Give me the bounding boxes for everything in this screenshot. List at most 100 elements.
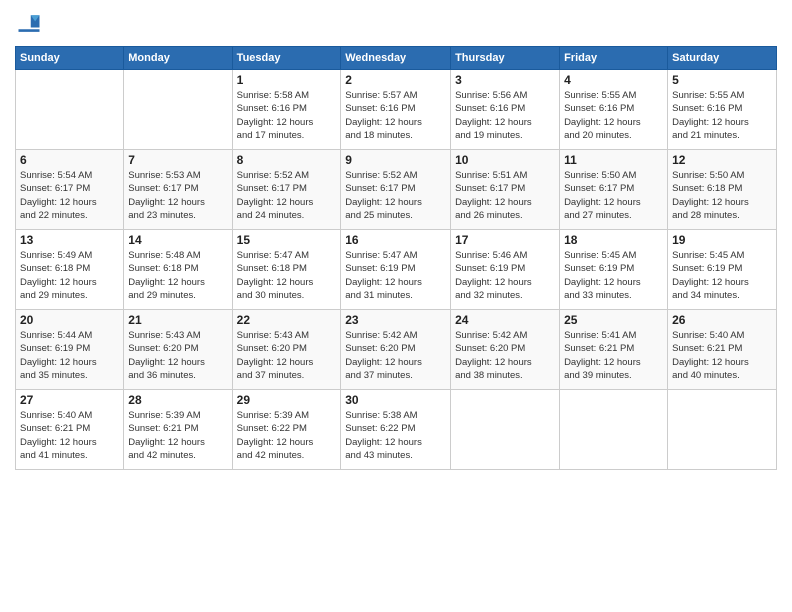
day-number: 3 — [455, 73, 555, 87]
calendar-cell: 19Sunrise: 5:45 AM Sunset: 6:19 PM Dayli… — [668, 230, 777, 310]
calendar-cell — [560, 390, 668, 470]
day-number: 19 — [672, 233, 772, 247]
calendar-week-5: 27 Sunrise: 5:40 AM Sunset: 6:21 PM Dayli… — [16, 390, 777, 470]
calendar-cell: 12Sunrise: 5:50 AM Sunset: 6:18 PM Dayli… — [668, 150, 777, 230]
calendar-cell: 4 Sunrise: 5:55 AM Sunset: 6:16 PM Daylig… — [560, 70, 668, 150]
calendar-cell: 18 Sunrise: 5:45 AM Sunset: 6:19 PM Dayli… — [560, 230, 668, 310]
day-info: Sunrise: 5:42 AM Sunset: 6:20 PM Dayligh… — [455, 329, 555, 382]
day-info: Sunrise: 5:39 AM Sunset: 6:22 PM Dayligh… — [237, 409, 337, 462]
calendar-cell: 8 Sunrise: 5:52 AM Sunset: 6:17 PM Daylig… — [232, 150, 341, 230]
day-number: 24 — [455, 313, 555, 327]
day-number: 7 — [128, 153, 227, 167]
day-info: Sunrise: 5:48 AM Sunset: 6:18 PM Dayligh… — [128, 249, 227, 302]
day-info: Sunrise: 5:40 AM Sunset: 6:21 PM Dayligh… — [20, 409, 119, 462]
day-info: Sunrise: 5:47 AM Sunset: 6:19 PM Dayligh… — [345, 249, 446, 302]
day-info: Sunrise: 5:43 AM Sunset: 6:20 PM Dayligh… — [237, 329, 337, 382]
calendar-cell: 22Sunrise: 5:43 AM Sunset: 6:20 PM Dayli… — [232, 310, 341, 390]
calendar-week-3: 13 Sunrise: 5:49 AM Sunset: 6:18 PM Dayli… — [16, 230, 777, 310]
day-number: 11 — [564, 153, 663, 167]
calendar-cell — [16, 70, 124, 150]
calendar-cell: 11 Sunrise: 5:50 AM Sunset: 6:17 PM Dayli… — [560, 150, 668, 230]
day-info: Sunrise: 5:46 AM Sunset: 6:19 PM Dayligh… — [455, 249, 555, 302]
calendar-week-2: 6Sunrise: 5:54 AM Sunset: 6:17 PM Daylig… — [16, 150, 777, 230]
calendar-cell: 6Sunrise: 5:54 AM Sunset: 6:17 PM Daylig… — [16, 150, 124, 230]
calendar-header-monday: Monday — [124, 47, 232, 70]
calendar-cell: 14 Sunrise: 5:48 AM Sunset: 6:18 PM Dayli… — [124, 230, 232, 310]
day-number: 30 — [345, 393, 446, 407]
calendar-cell: 21 Sunrise: 5:43 AM Sunset: 6:20 PM Dayli… — [124, 310, 232, 390]
calendar-cell — [668, 390, 777, 470]
calendar-header-row: SundayMondayTuesdayWednesdayThursdayFrid… — [16, 47, 777, 70]
day-info: Sunrise: 5:51 AM Sunset: 6:17 PM Dayligh… — [455, 169, 555, 222]
calendar-cell: 10 Sunrise: 5:51 AM Sunset: 6:17 PM Dayli… — [451, 150, 560, 230]
day-number: 8 — [237, 153, 337, 167]
calendar-header-saturday: Saturday — [668, 47, 777, 70]
calendar-cell: 3 Sunrise: 5:56 AM Sunset: 6:16 PM Daylig… — [451, 70, 560, 150]
day-info: Sunrise: 5:42 AM Sunset: 6:20 PM Dayligh… — [345, 329, 446, 382]
day-info: Sunrise: 5:47 AM Sunset: 6:18 PM Dayligh… — [237, 249, 337, 302]
day-info: Sunrise: 5:50 AM Sunset: 6:17 PM Dayligh… — [564, 169, 663, 222]
day-info: Sunrise: 5:38 AM Sunset: 6:22 PM Dayligh… — [345, 409, 446, 462]
calendar-cell: 24 Sunrise: 5:42 AM Sunset: 6:20 PM Dayli… — [451, 310, 560, 390]
day-number: 9 — [345, 153, 446, 167]
logo-icon — [15, 10, 43, 38]
day-info: Sunrise: 5:54 AM Sunset: 6:17 PM Dayligh… — [20, 169, 119, 222]
calendar: SundayMondayTuesdayWednesdayThursdayFrid… — [15, 46, 777, 470]
calendar-cell: 29 Sunrise: 5:39 AM Sunset: 6:22 PM Dayli… — [232, 390, 341, 470]
day-number: 18 — [564, 233, 663, 247]
day-info: Sunrise: 5:55 AM Sunset: 6:16 PM Dayligh… — [564, 89, 663, 142]
day-number: 4 — [564, 73, 663, 87]
calendar-cell: 17 Sunrise: 5:46 AM Sunset: 6:19 PM Dayli… — [451, 230, 560, 310]
day-number: 27 — [20, 393, 119, 407]
day-info: Sunrise: 5:40 AM Sunset: 6:21 PM Dayligh… — [672, 329, 772, 382]
day-number: 14 — [128, 233, 227, 247]
day-number: 21 — [128, 313, 227, 327]
day-info: Sunrise: 5:52 AM Sunset: 6:17 PM Dayligh… — [345, 169, 446, 222]
day-number: 26 — [672, 313, 772, 327]
calendar-cell: 7 Sunrise: 5:53 AM Sunset: 6:17 PM Daylig… — [124, 150, 232, 230]
day-number: 15 — [237, 233, 337, 247]
day-info: Sunrise: 5:44 AM Sunset: 6:19 PM Dayligh… — [20, 329, 119, 382]
calendar-cell: 2 Sunrise: 5:57 AM Sunset: 6:16 PM Daylig… — [341, 70, 451, 150]
day-number: 5 — [672, 73, 772, 87]
calendar-cell: 13 Sunrise: 5:49 AM Sunset: 6:18 PM Dayli… — [16, 230, 124, 310]
day-info: Sunrise: 5:58 AM Sunset: 6:16 PM Dayligh… — [237, 89, 337, 142]
day-number: 29 — [237, 393, 337, 407]
calendar-cell: 25Sunrise: 5:41 AM Sunset: 6:21 PM Dayli… — [560, 310, 668, 390]
calendar-cell: 27 Sunrise: 5:40 AM Sunset: 6:21 PM Dayli… — [16, 390, 124, 470]
page: SundayMondayTuesdayWednesdayThursdayFrid… — [0, 0, 792, 612]
calendar-cell: 1 Sunrise: 5:58 AM Sunset: 6:16 PM Daylig… — [232, 70, 341, 150]
day-number: 1 — [237, 73, 337, 87]
day-number: 25 — [564, 313, 663, 327]
calendar-cell: 15 Sunrise: 5:47 AM Sunset: 6:18 PM Dayli… — [232, 230, 341, 310]
day-number: 2 — [345, 73, 446, 87]
calendar-header-thursday: Thursday — [451, 47, 560, 70]
calendar-cell: 23 Sunrise: 5:42 AM Sunset: 6:20 PM Dayli… — [341, 310, 451, 390]
day-info: Sunrise: 5:39 AM Sunset: 6:21 PM Dayligh… — [128, 409, 227, 462]
calendar-header-friday: Friday — [560, 47, 668, 70]
day-number: 10 — [455, 153, 555, 167]
calendar-week-1: 1 Sunrise: 5:58 AM Sunset: 6:16 PM Daylig… — [16, 70, 777, 150]
day-number: 23 — [345, 313, 446, 327]
day-info: Sunrise: 5:56 AM Sunset: 6:16 PM Dayligh… — [455, 89, 555, 142]
calendar-cell — [124, 70, 232, 150]
day-info: Sunrise: 5:57 AM Sunset: 6:16 PM Dayligh… — [345, 89, 446, 142]
calendar-cell: 9 Sunrise: 5:52 AM Sunset: 6:17 PM Daylig… — [341, 150, 451, 230]
calendar-cell: 26 Sunrise: 5:40 AM Sunset: 6:21 PM Dayli… — [668, 310, 777, 390]
calendar-header-sunday: Sunday — [16, 47, 124, 70]
day-number: 13 — [20, 233, 119, 247]
day-number: 20 — [20, 313, 119, 327]
calendar-cell — [451, 390, 560, 470]
logo — [15, 10, 47, 38]
calendar-cell: 20 Sunrise: 5:44 AM Sunset: 6:19 PM Dayli… — [16, 310, 124, 390]
day-number: 17 — [455, 233, 555, 247]
day-info: Sunrise: 5:53 AM Sunset: 6:17 PM Dayligh… — [128, 169, 227, 222]
calendar-week-4: 20 Sunrise: 5:44 AM Sunset: 6:19 PM Dayli… — [16, 310, 777, 390]
calendar-cell: 5Sunrise: 5:55 AM Sunset: 6:16 PM Daylig… — [668, 70, 777, 150]
day-info: Sunrise: 5:43 AM Sunset: 6:20 PM Dayligh… — [128, 329, 227, 382]
day-info: Sunrise: 5:49 AM Sunset: 6:18 PM Dayligh… — [20, 249, 119, 302]
header — [15, 10, 777, 38]
day-number: 16 — [345, 233, 446, 247]
day-info: Sunrise: 5:45 AM Sunset: 6:19 PM Dayligh… — [564, 249, 663, 302]
day-info: Sunrise: 5:52 AM Sunset: 6:17 PM Dayligh… — [237, 169, 337, 222]
